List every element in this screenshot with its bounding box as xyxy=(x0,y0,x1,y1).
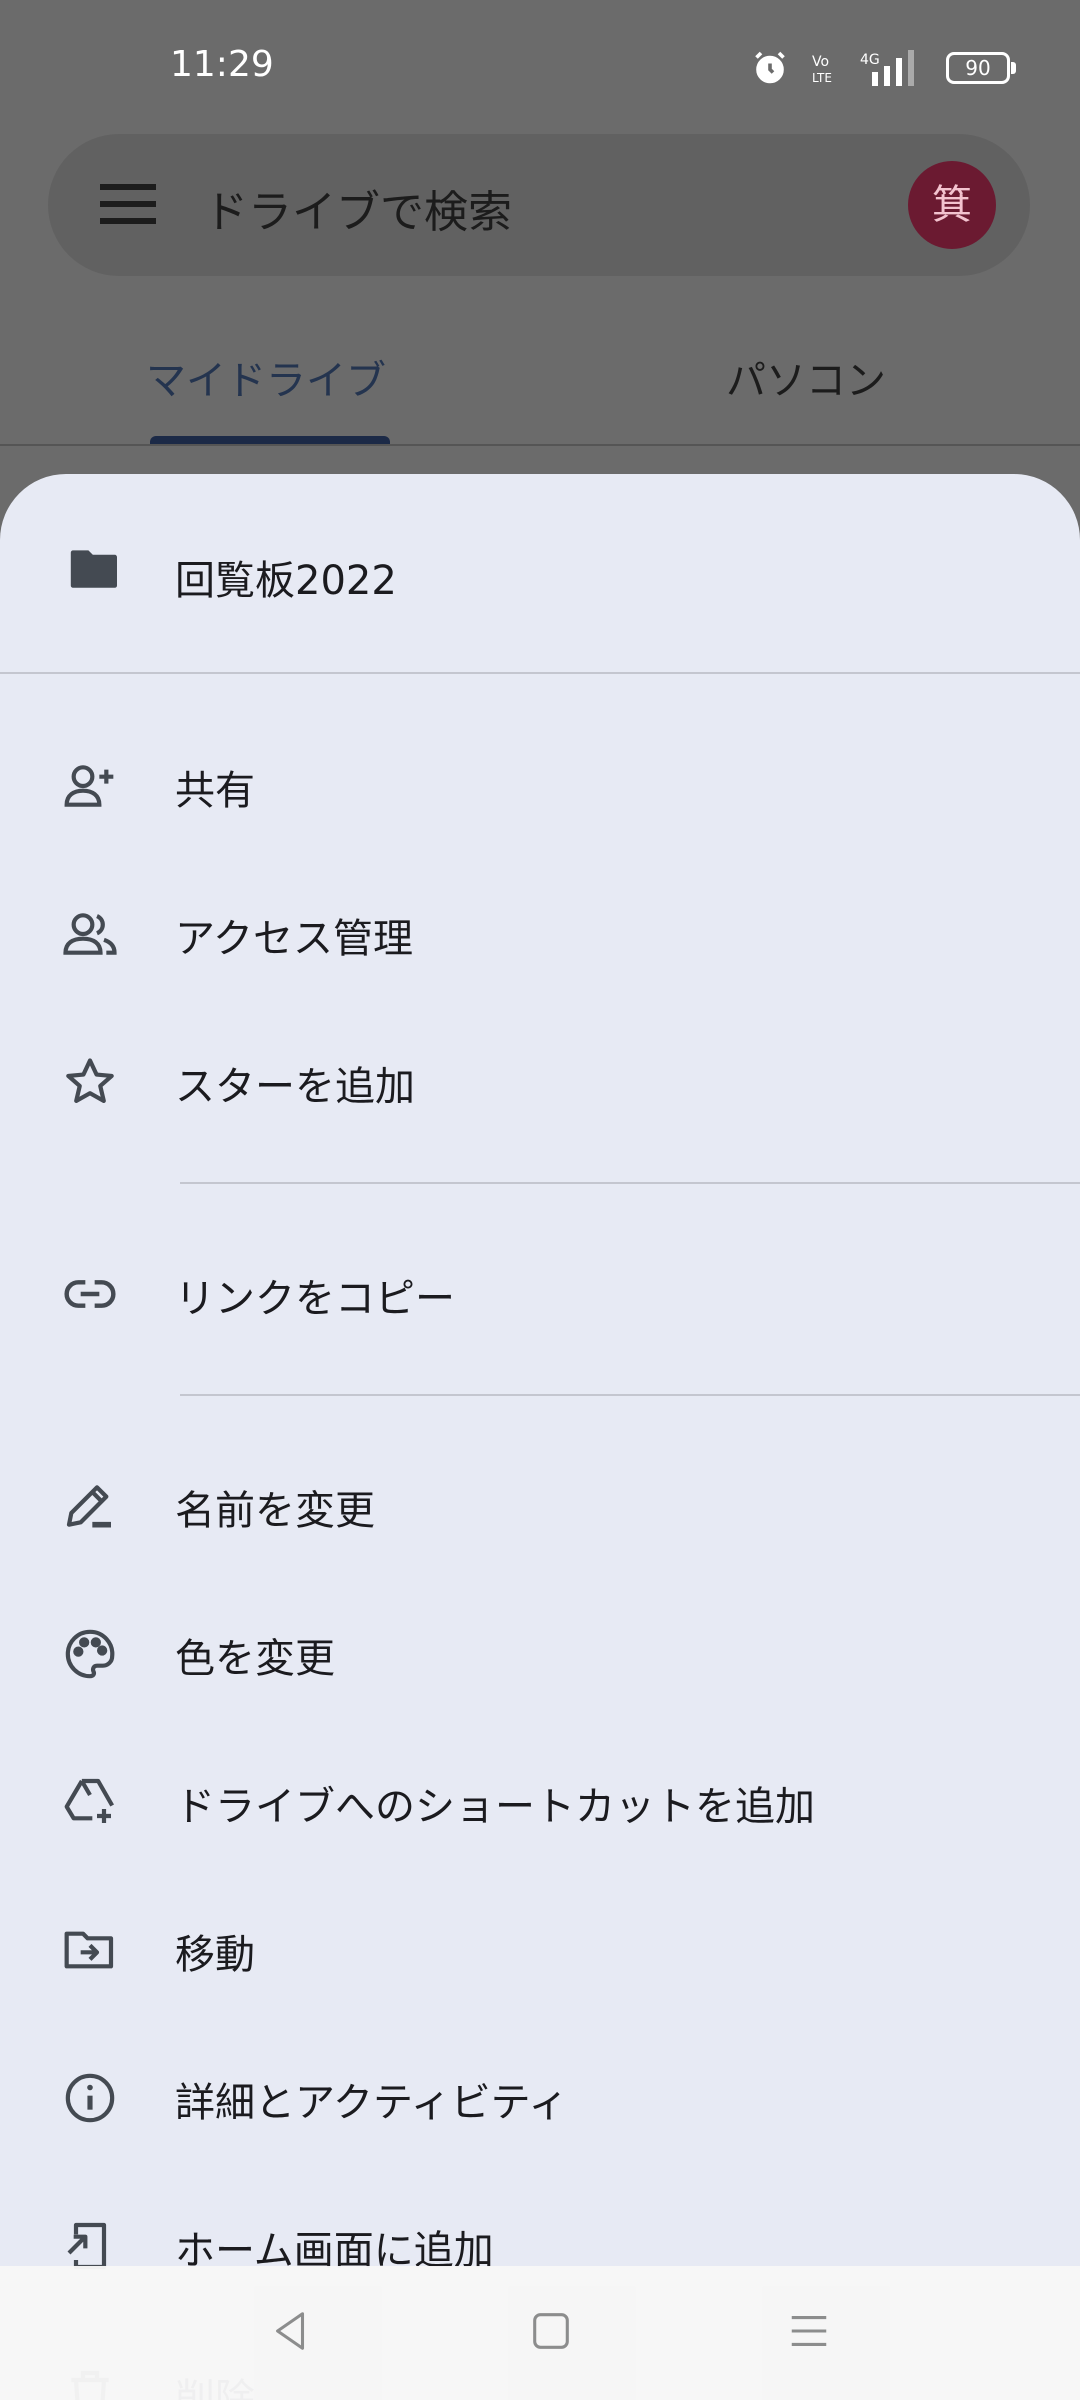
alarm-icon xyxy=(752,50,788,86)
folder-icon xyxy=(68,546,122,590)
menu-item-label: リンクをコピー xyxy=(175,1276,455,1322)
svg-text:4G: 4G xyxy=(860,52,880,68)
menu-item-label: 移動 xyxy=(175,1932,255,1978)
system-nav-bar xyxy=(0,2266,1080,2400)
menu-item-change-color[interactable]: 色を変更 xyxy=(0,1580,1080,1720)
palette-icon xyxy=(62,1626,118,1682)
menu-item-rename[interactable]: 名前を変更 xyxy=(0,1432,1080,1572)
menu-item-details[interactable]: 詳細とアクティビティ xyxy=(0,2024,1080,2164)
sheet-title: 回覧板2022 xyxy=(175,558,397,604)
menu-item-move[interactable]: 移動 xyxy=(0,1876,1080,2016)
menu-item-label: 共有 xyxy=(175,768,255,814)
hamburger-menu-icon[interactable] xyxy=(100,184,156,224)
menu-item-copy-link[interactable]: リンクをコピー xyxy=(0,1220,1080,1360)
svg-text:LTE: LTE xyxy=(812,71,832,85)
tab-computers[interactable]: パソコン xyxy=(726,348,886,406)
back-icon[interactable] xyxy=(268,2308,314,2354)
menu-item-label: ドライブへのショートカットを追加 xyxy=(175,1784,815,1830)
avatar[interactable]: 箕 xyxy=(908,161,996,249)
volte-icon: Vo LTE xyxy=(810,50,838,86)
status-bar: 11:29 Vo LTE 4G 90 xyxy=(0,0,1080,130)
menu-item-label: 詳細とアクティビティ xyxy=(175,2080,569,2126)
signal-4g-icon: 4G xyxy=(860,50,924,86)
menu-item-share[interactable]: 共有 xyxy=(0,712,1080,852)
tab-bar: マイドライブ パソコン xyxy=(0,320,1080,446)
menu-item-add-shortcut[interactable]: ドライブへのショートカットを追加 xyxy=(0,1728,1080,1868)
sheet-header: 回覧板2022 xyxy=(0,474,1080,674)
divider xyxy=(180,1182,1080,1184)
drive-shortcut-icon xyxy=(62,1774,118,1830)
menu-item-add-star[interactable]: スターを追加 xyxy=(0,1008,1080,1148)
battery-icon: 90 xyxy=(946,52,1016,84)
menu-item-manage-access[interactable]: アクセス管理 xyxy=(0,860,1080,1000)
status-icons: Vo LTE 4G 90 xyxy=(752,48,1016,88)
star-icon xyxy=(62,1054,118,1110)
people-icon xyxy=(62,906,118,962)
menu-item-label: 名前を変更 xyxy=(175,1488,375,1534)
edit-icon xyxy=(62,1478,118,1534)
tab-my-drive[interactable]: マイドライブ xyxy=(146,348,386,406)
tab-indicator xyxy=(150,436,390,444)
info-icon xyxy=(62,2070,118,2126)
search-input[interactable]: ドライブで検索 xyxy=(204,176,512,240)
divider xyxy=(180,1394,1080,1396)
svg-text:Vo: Vo xyxy=(812,54,829,70)
bottom-sheet: 回覧板2022 共有 アクセス管理 スターを追加 リンクをコピー 名前を変更 色… xyxy=(0,474,1080,2400)
move-folder-icon xyxy=(62,1922,118,1978)
menu-item-label: アクセス管理 xyxy=(175,916,413,962)
status-time: 11:29 xyxy=(170,44,274,85)
person-add-icon xyxy=(62,758,118,814)
menu-item-label: 色を変更 xyxy=(175,1636,335,1682)
recents-icon[interactable] xyxy=(786,2308,832,2354)
link-icon xyxy=(62,1266,118,1322)
home-icon[interactable] xyxy=(528,2308,574,2354)
menu-item-label: スターを追加 xyxy=(175,1064,415,1110)
search-bar[interactable]: ドライブで検索 箕 xyxy=(48,134,1030,276)
